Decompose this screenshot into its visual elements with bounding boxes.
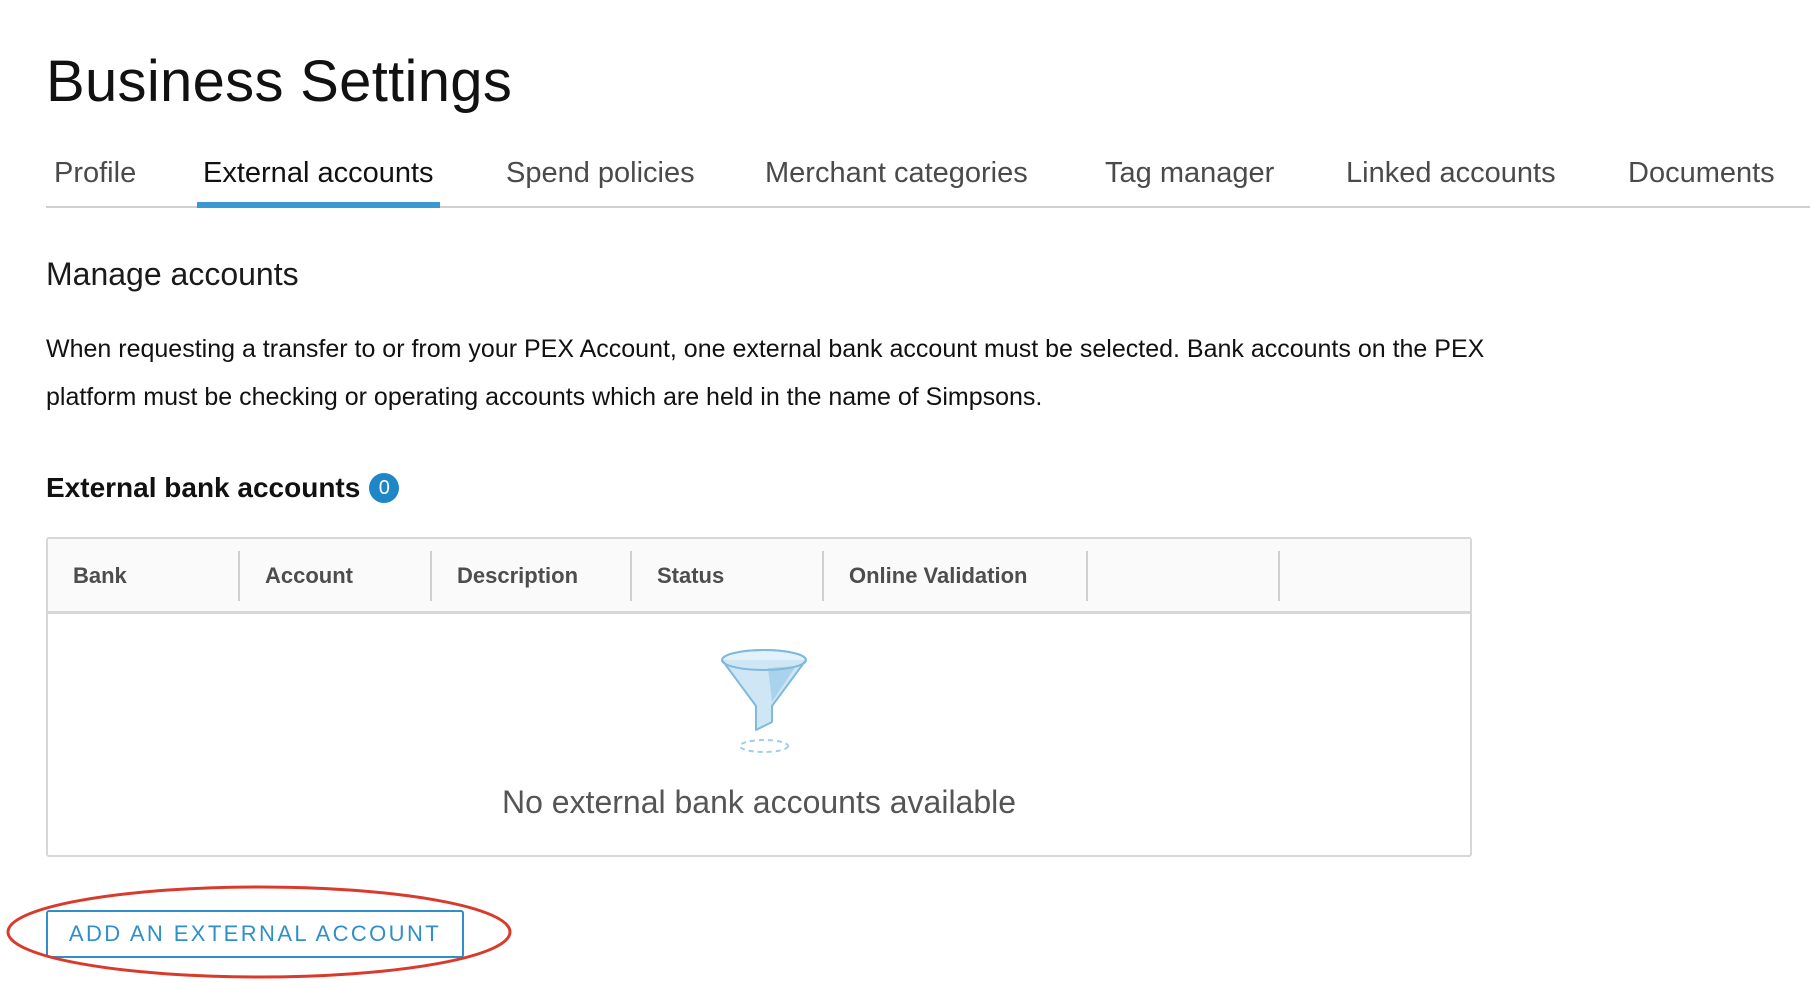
external-bank-accounts-label: External bank accounts bbox=[46, 472, 361, 503]
funnel-icon bbox=[721, 649, 807, 753]
empty-state: No external bank accounts available bbox=[48, 614, 1470, 855]
column-header-blank-1 bbox=[1088, 551, 1280, 601]
tab-tag-manager[interactable]: Tag manager bbox=[1105, 150, 1274, 206]
tab-documents[interactable]: Documents bbox=[1628, 150, 1775, 206]
column-header-status[interactable]: Status bbox=[632, 551, 824, 601]
tab-merchant-categories[interactable]: Merchant categories bbox=[765, 150, 1028, 206]
table-header: Bank Account Description Status Online V… bbox=[48, 539, 1470, 614]
column-header-online-validation[interactable]: Online Validation bbox=[824, 551, 1088, 601]
empty-state-message: No external bank accounts available bbox=[501, 784, 1017, 820]
external-bank-accounts-heading: External bank accounts 0 bbox=[46, 472, 400, 504]
column-header-description[interactable]: Description bbox=[432, 551, 632, 601]
tab-external-accounts[interactable]: External accounts bbox=[197, 150, 440, 208]
tab-linked-accounts[interactable]: Linked accounts bbox=[1346, 150, 1556, 206]
column-header-bank[interactable]: Bank bbox=[48, 551, 240, 601]
add-external-account-button[interactable]: ADD AN EXTERNAL ACCOUNT bbox=[46, 910, 464, 958]
manage-accounts-title: Manage accounts bbox=[46, 256, 299, 292]
accounts-count-badge: 0 bbox=[369, 473, 400, 503]
bank-accounts-table: Bank Account Description Status Online V… bbox=[46, 537, 1472, 857]
page-title: Business Settings bbox=[46, 49, 513, 114]
tab-spend-policies[interactable]: Spend policies bbox=[506, 150, 695, 206]
tab-profile[interactable]: Profile bbox=[54, 150, 136, 206]
column-header-account[interactable]: Account bbox=[240, 551, 432, 601]
manage-accounts-description: When requesting a transfer to or from yo… bbox=[46, 335, 1485, 411]
settings-tabs: Profile External accounts Spend policies… bbox=[46, 150, 1810, 208]
